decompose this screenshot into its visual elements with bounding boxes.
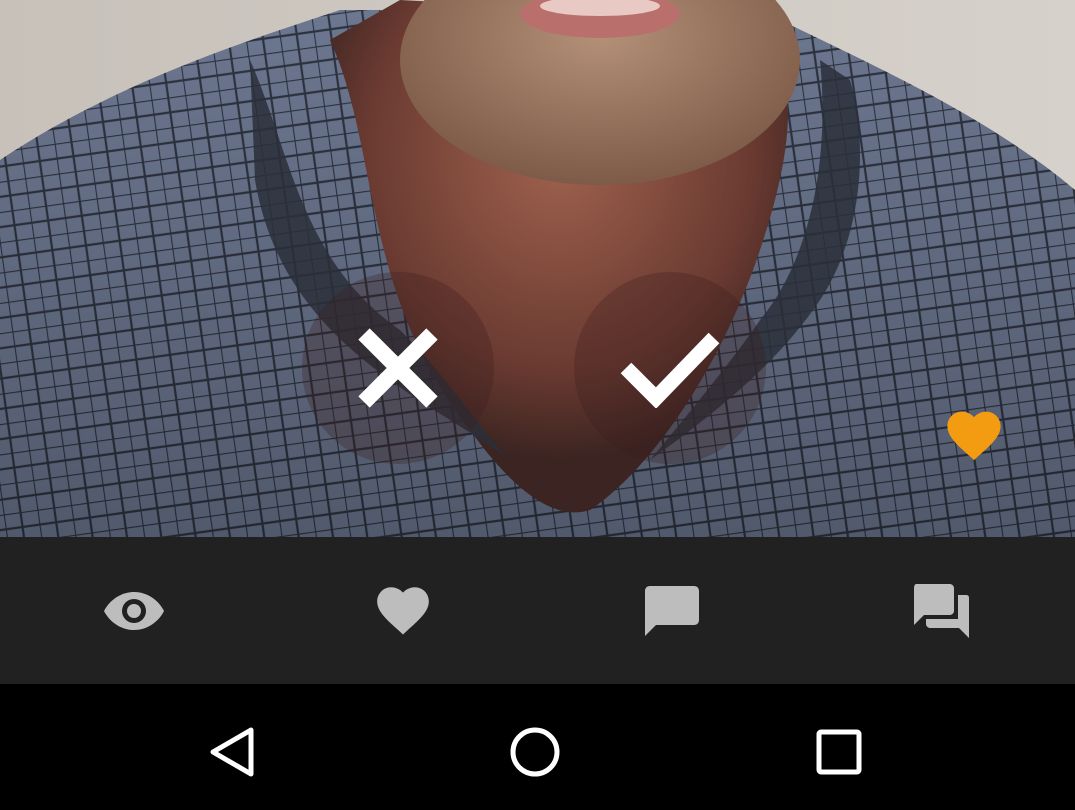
recents-button[interactable]: [799, 712, 879, 792]
system-navigation-bar: [0, 684, 1075, 810]
eye-icon: [104, 591, 165, 630]
check-icon: [620, 332, 720, 408]
favorite-button[interactable]: [945, 408, 1003, 464]
app-screen: [0, 0, 1075, 810]
accept-button[interactable]: [574, 272, 766, 464]
home-circle-icon: [510, 727, 560, 777]
close-icon: [358, 328, 438, 408]
chat-bubble-icon: [644, 585, 699, 636]
bottom-tab-bar: [0, 537, 1075, 684]
heart-icon: [947, 411, 1001, 461]
profile-photo-image: [0, 0, 1075, 537]
back-triangle-icon: [210, 727, 254, 777]
heart-icon: [377, 586, 429, 634]
back-button[interactable]: [192, 712, 272, 792]
conversations-icon: [913, 583, 969, 638]
reject-button[interactable]: [302, 272, 494, 464]
recents-square-icon: [816, 729, 862, 775]
tab-likes[interactable]: [269, 537, 538, 684]
home-button[interactable]: [495, 712, 575, 792]
tab-visitors[interactable]: [0, 537, 269, 684]
tab-messages[interactable]: [538, 537, 807, 684]
tab-conversations[interactable]: [806, 537, 1075, 684]
profile-photo: [0, 0, 1075, 537]
